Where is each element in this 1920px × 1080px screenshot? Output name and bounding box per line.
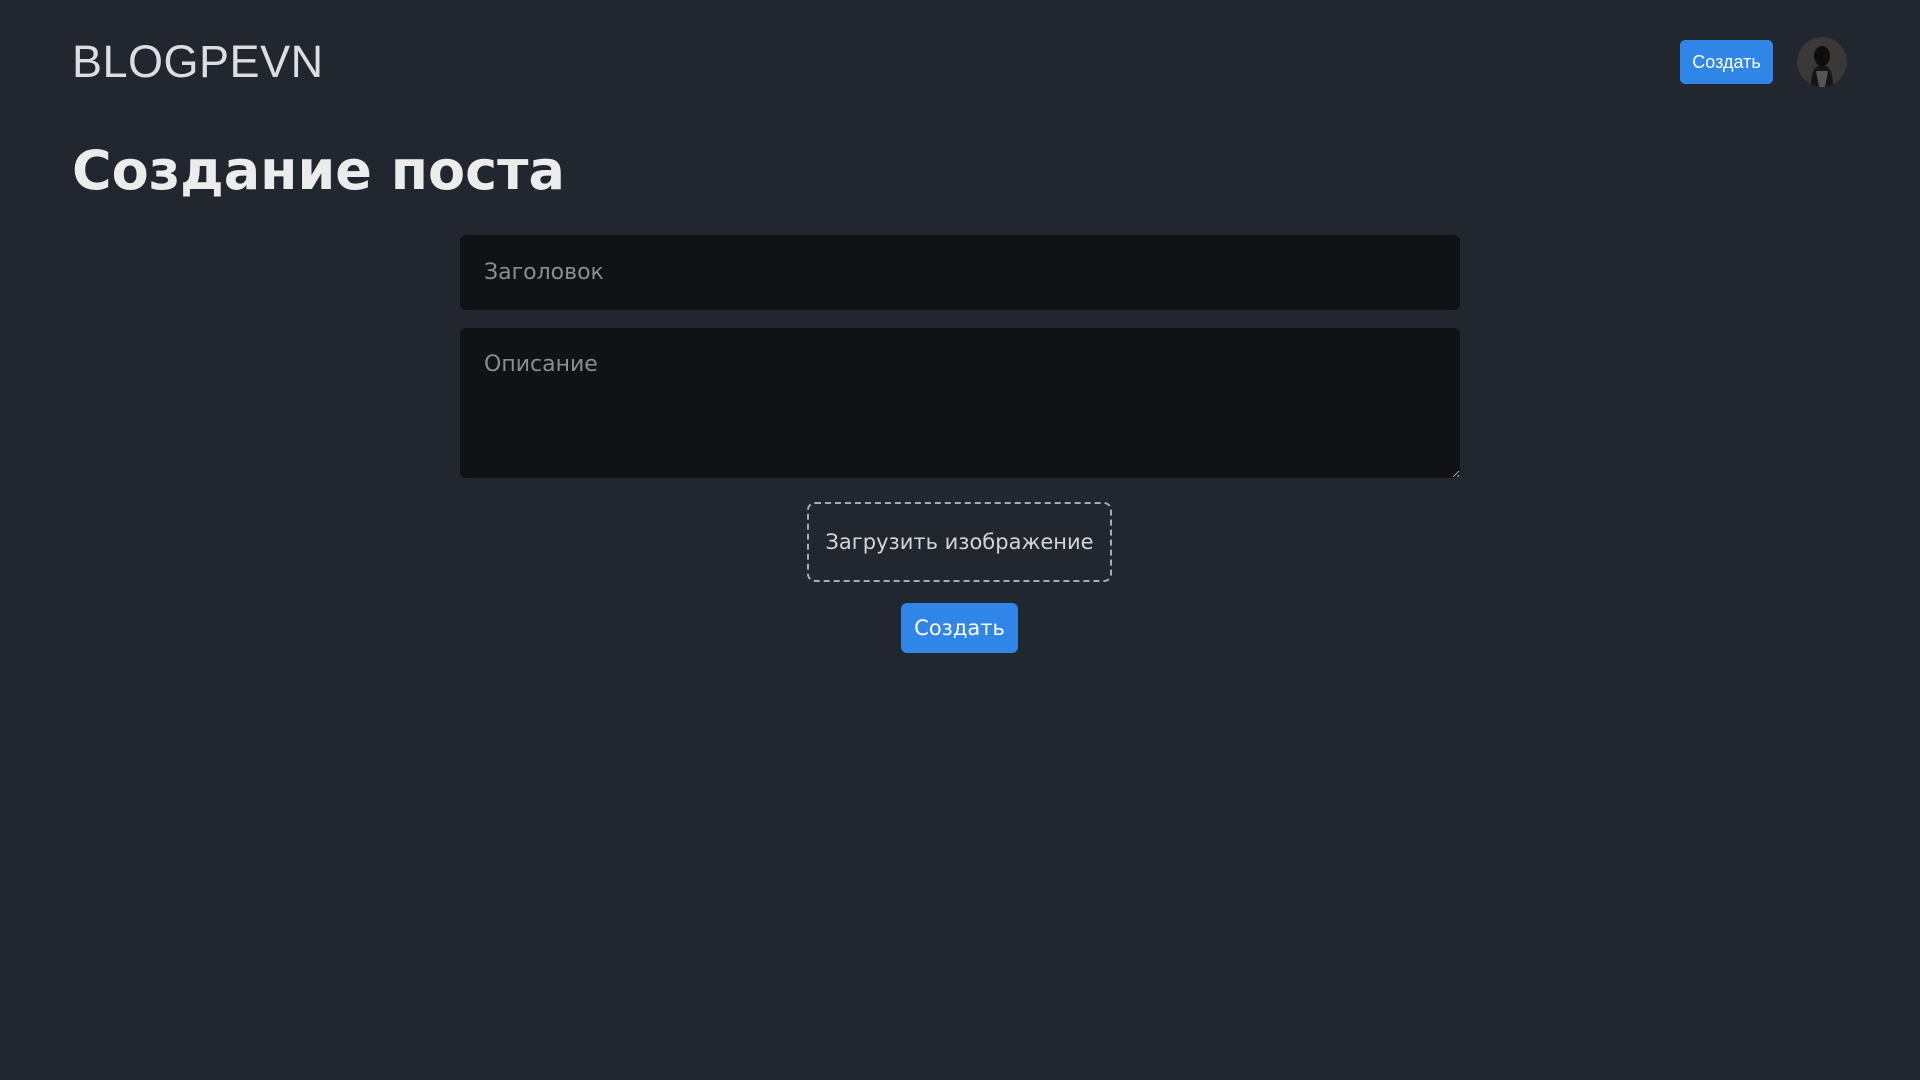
create-post-button[interactable]: Создать — [901, 603, 1018, 653]
site-logo[interactable]: BLOGPEVN — [72, 36, 324, 88]
post-title-input[interactable] — [460, 235, 1460, 310]
site-header: BLOGPEVN Создать — [0, 0, 1920, 124]
header-create-button[interactable]: Создать — [1680, 40, 1773, 84]
user-avatar[interactable] — [1797, 37, 1847, 87]
post-description-input[interactable] — [460, 328, 1460, 478]
user-avatar-icon — [1797, 37, 1847, 87]
page-title: Создание поста — [72, 139, 565, 202]
upload-image-button[interactable]: Загрузить изображение — [807, 502, 1112, 582]
